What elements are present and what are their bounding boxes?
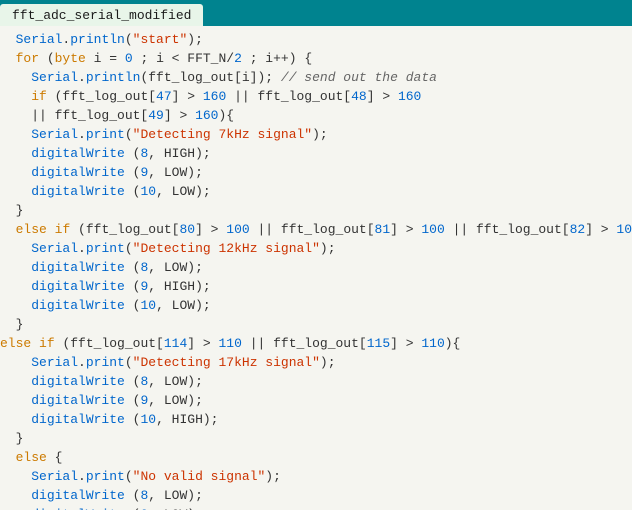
code-line: } xyxy=(0,201,632,220)
code-line: digitalWrite (8, LOW); xyxy=(0,258,632,277)
code-line: digitalWrite (9, HIGH); xyxy=(0,277,632,296)
code-line: digitalWrite (9, LOW); xyxy=(0,391,632,410)
code-line: else { xyxy=(0,448,632,467)
code-line: digitalWrite (10, LOW); xyxy=(0,296,632,315)
code-line: || fft_log_out[49] > 160){ xyxy=(0,106,632,125)
code-line: } xyxy=(0,429,632,448)
tab-bar: fft_adc_serial_modified xyxy=(0,0,632,26)
active-tab[interactable]: fft_adc_serial_modified xyxy=(0,4,203,26)
code-line: Serial.println(fft_log_out[i]); // send … xyxy=(0,68,632,87)
code-line: if (fft_log_out[47] > 160 || fft_log_out… xyxy=(0,87,632,106)
code-line: Serial.print("No valid signal"); xyxy=(0,467,632,486)
code-line: digitalWrite (9, LOW); xyxy=(0,163,632,182)
code-line: for (byte i = 0 ; i < FFT_N/2 ; i++) { xyxy=(0,49,632,68)
code-line: Serial.println("start"); xyxy=(0,30,632,49)
code-line: else if (fft_log_out[80] > 100 || fft_lo… xyxy=(0,220,632,239)
code-line: Serial.print("Detecting 17kHz signal"); xyxy=(0,353,632,372)
code-line: digitalWrite (8, HIGH); xyxy=(0,144,632,163)
code-line: digitalWrite (8, LOW); xyxy=(0,372,632,391)
code-line: digitalWrite (9, LOW); xyxy=(0,505,632,510)
tab-label: fft_adc_serial_modified xyxy=(12,8,191,23)
code-line: else if (fft_log_out[114] > 110 || fft_l… xyxy=(0,334,632,353)
code-area[interactable]: Serial.println("start"); for (byte i = 0… xyxy=(0,26,632,510)
code-line: digitalWrite (8, LOW); xyxy=(0,486,632,505)
code-line: Serial.print("Detecting 7kHz signal"); xyxy=(0,125,632,144)
code-line: digitalWrite (10, LOW); xyxy=(0,182,632,201)
code-line: digitalWrite (10, HIGH); xyxy=(0,410,632,429)
code-line: } xyxy=(0,315,632,334)
code-line: Serial.print("Detecting 12kHz signal"); xyxy=(0,239,632,258)
